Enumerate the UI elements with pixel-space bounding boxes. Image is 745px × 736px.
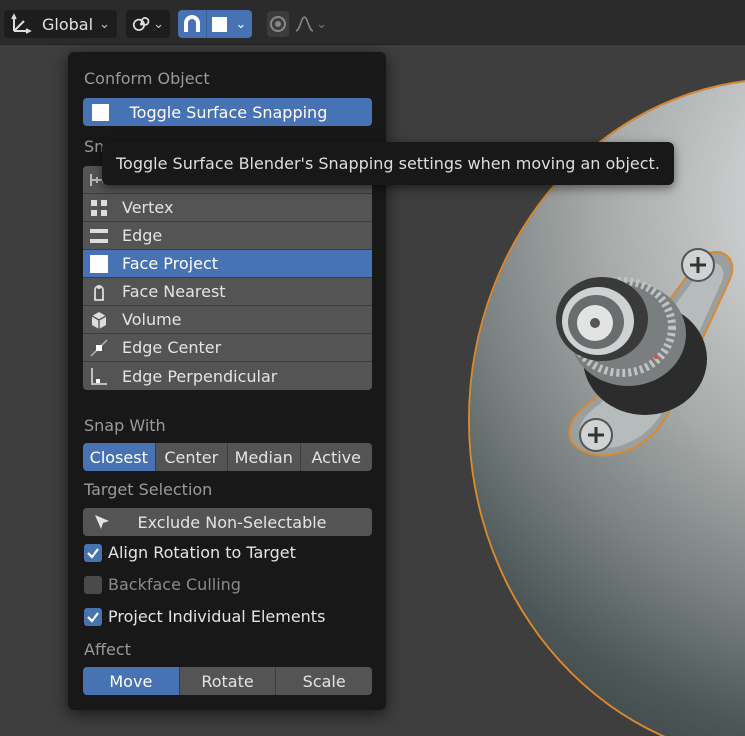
chevron-down-icon: ⌄ [153, 16, 164, 32]
snap-with-closest[interactable]: Closest [83, 443, 156, 471]
volume-icon [88, 310, 110, 330]
conform-object-heading: Conform Object [84, 69, 210, 88]
snap-with-center[interactable]: Center [155, 443, 228, 471]
snap-item-edge[interactable]: Edge [83, 222, 372, 250]
checkmark-icon [84, 543, 102, 562]
proportional-edit-icon [270, 16, 287, 32]
vertex-icon [88, 198, 110, 218]
snap-item-label: Volume [122, 310, 182, 329]
affect-move[interactable]: Move [83, 667, 180, 695]
snap-item-label: Edge Perpendicular [122, 366, 278, 386]
face-nearest-icon [88, 282, 110, 302]
transform-orientation-dropdown[interactable]: Global ⌄ [4, 10, 117, 38]
checkmark-icon [84, 607, 102, 626]
affect-scale[interactable]: Scale [276, 667, 372, 695]
project-individual-elements-checkbox[interactable]: Project Individual Elements [84, 607, 325, 626]
face-project-icon [88, 254, 110, 274]
checkbox-empty-icon [84, 575, 102, 594]
align-rotation-checkbox[interactable]: Align Rotation to Target [84, 543, 296, 562]
affect-rotate[interactable]: Rotate [179, 667, 277, 695]
snap-item-face-project[interactable]: Face Project [83, 250, 372, 278]
edge-perpendicular-icon [88, 366, 110, 386]
snap-item-edge-perpendicular[interactable]: Edge Perpendicular [83, 362, 372, 390]
viewport-header: Global ⌄ ⌄ ⌄ ⌄ [0, 0, 745, 45]
toggle-surface-snapping-button[interactable]: Toggle Surface Snapping [83, 98, 372, 126]
snap-with-selector: Closest Center Median Active [83, 443, 372, 471]
connector-object[interactable] [540, 239, 745, 479]
snap-group: ⌄ [178, 10, 252, 38]
chevron-down-icon: ⌄ [316, 16, 327, 32]
snap-item-label: Face Nearest [122, 282, 226, 301]
transform-orientation-icon [11, 13, 32, 34]
checkbox-label: Project Individual Elements [108, 607, 326, 626]
snap-toggle-button[interactable] [178, 10, 206, 38]
tooltip-text: Toggle Surface Blender's Snapping settin… [116, 154, 660, 173]
snap-with-median[interactable]: Median [228, 443, 301, 471]
face-project-square-icon [212, 16, 228, 32]
snap-with-active[interactable]: Active [300, 443, 372, 471]
snap-item-vertex[interactable]: Vertex [83, 194, 372, 222]
checkbox-label: Align Rotation to Target [108, 543, 296, 562]
proportional-edit-toggle[interactable] [267, 11, 290, 37]
tooltip: Toggle Surface Blender's Snapping settin… [102, 142, 674, 185]
checkbox-label: Backface Culling [108, 575, 241, 594]
snap-item-label: Edge [122, 226, 163, 245]
snap-item-edge-center[interactable]: Edge Center [83, 334, 372, 362]
exclude-label: Exclude Non-Selectable [137, 512, 327, 532]
chevron-down-icon: ⌄ [235, 16, 247, 32]
snap-item-face-nearest[interactable]: Face Nearest [83, 278, 372, 306]
edge-center-icon [88, 338, 110, 358]
affect-heading: Affect [84, 640, 131, 659]
snap-target-dropdown[interactable]: ⌄ [205, 10, 252, 38]
backface-culling-checkbox[interactable]: Backface Culling [84, 575, 241, 594]
falloff-curve-icon[interactable] [295, 14, 314, 34]
checkbox-square-icon [92, 103, 109, 121]
snap-item-label: Edge Center [122, 338, 222, 357]
snap-with-heading: Snap With [84, 416, 166, 435]
snap-item-label: Vertex [122, 198, 174, 217]
exclude-non-selectable-button[interactable]: Exclude Non-Selectable [83, 508, 372, 536]
chevron-down-icon: ⌄ [99, 16, 110, 32]
edge-icon [88, 226, 110, 246]
toggle-surface-label: Toggle Surface Snapping [129, 102, 328, 122]
pivot-point-icon [132, 17, 150, 31]
snap-item-volume[interactable]: Volume [83, 306, 372, 334]
snap-item-label: Face Project [122, 254, 219, 273]
magnet-icon [183, 15, 200, 32]
target-selection-heading: Target Selection [84, 480, 213, 499]
pivot-point-dropdown[interactable]: ⌄ [126, 10, 170, 38]
orientation-label: Global [42, 14, 94, 34]
affect-selector: Move Rotate Scale [83, 667, 372, 695]
proportional-editing-group: ⌄ [261, 10, 333, 38]
cursor-arrow-icon [95, 515, 109, 529]
snap-target-list: Increment Vertex Edge Face Project Face … [83, 166, 372, 390]
